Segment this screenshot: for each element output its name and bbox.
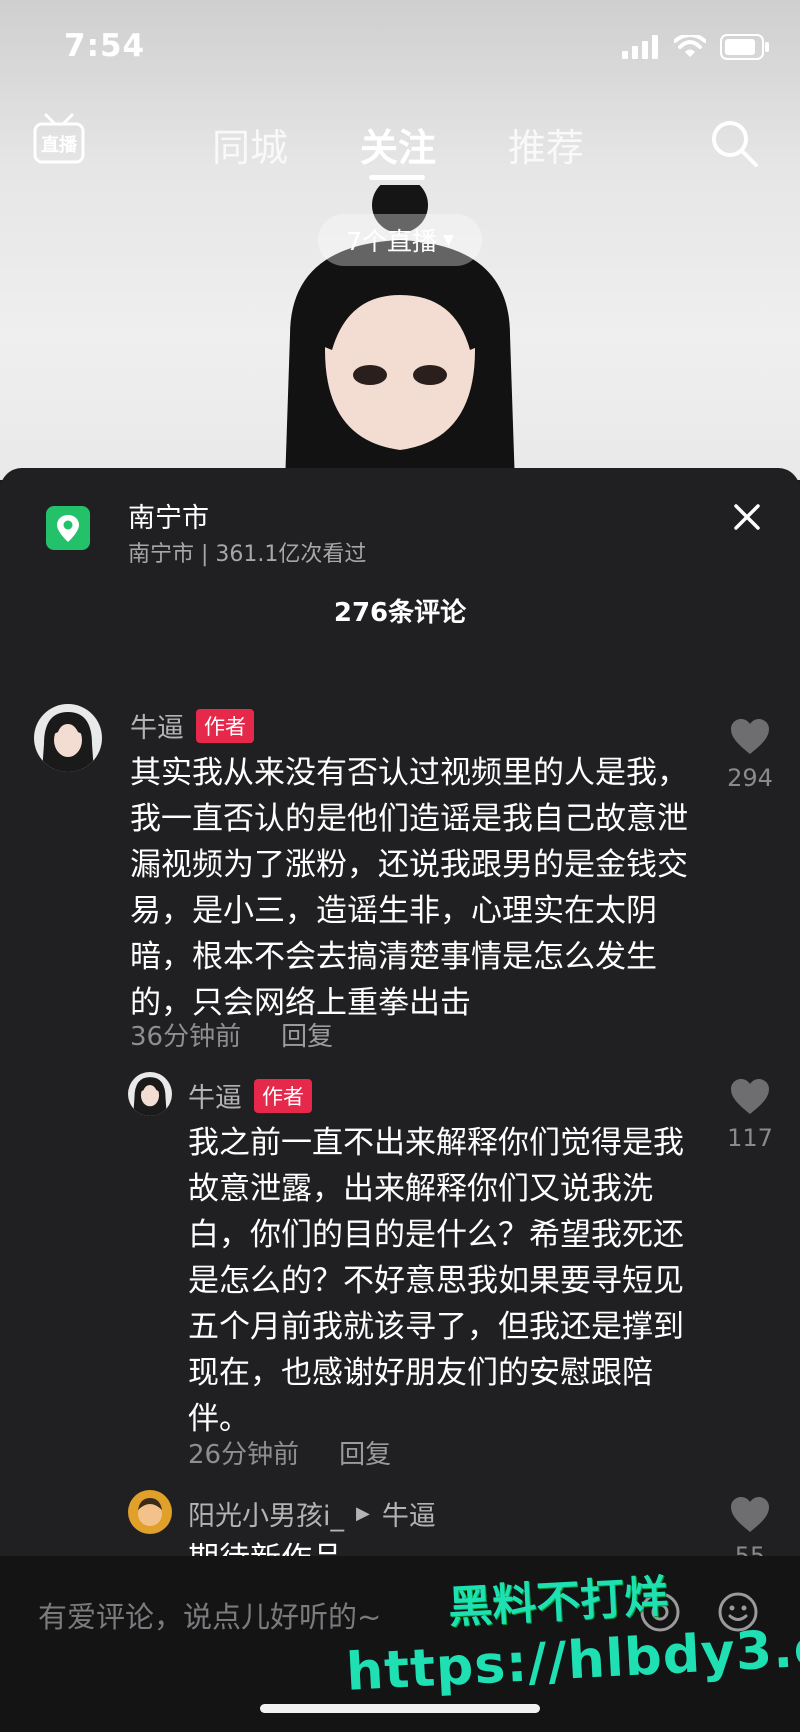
like-count: 117 — [727, 1124, 773, 1152]
avatar[interactable] — [128, 1072, 172, 1116]
tab-recommended[interactable]: 推荐 — [508, 117, 584, 172]
search-button[interactable] — [708, 117, 760, 169]
heart-icon — [731, 719, 769, 754]
comment-username[interactable]: 阳光小男孩i_ — [188, 1494, 344, 1533]
reply-button[interactable]: 回复 — [281, 1016, 333, 1053]
tab-nearby[interactable]: 同城 — [212, 117, 288, 172]
watermark-title: 黑料不打烊 — [447, 1571, 670, 1634]
avatar[interactable] — [34, 704, 102, 772]
live-button[interactable]: 直播 — [32, 111, 86, 167]
author-badge: 作者 — [196, 708, 254, 743]
search-icon — [712, 121, 758, 167]
comment-text: 我之前一直不出来解释你们觉得是我故意泄露，出来解释你们又说我洗白，你们的目的是什… — [188, 1125, 684, 1437]
live-count-pill[interactable]: 7个直播 ▼ — [318, 214, 482, 266]
close-icon — [734, 504, 760, 530]
live-tv-icon: 直播 — [33, 113, 85, 164]
comment-input[interactable]: 有爱评论，说点儿好听的~ — [38, 1594, 381, 1636]
live-logo-text: 直播 — [41, 134, 78, 156]
home-indicator[interactable] — [260, 1704, 540, 1713]
reply-arrow-icon: ▶ — [356, 1503, 370, 1524]
like-button[interactable]: 294 — [720, 718, 780, 792]
location-subtitle: 南宁市 | 361.1亿次看过 — [128, 542, 367, 567]
comment-text: 其实我从来没有否认过视频里的人是我，我一直否认的是他们造谣是我自己故意泄漏视频为… — [130, 755, 688, 1021]
comment-time: 36分钟前 — [130, 1022, 242, 1052]
chevron-down-icon: ▼ — [443, 232, 454, 248]
comment-sheet: 南宁市 南宁市 | 361.1亿次看过 276条评论 牛逼 作者 其实我从来没有… — [0, 468, 800, 1732]
signal-icon — [622, 35, 658, 59]
avatar-image — [42, 712, 94, 772]
top-navigation: 直播 同城 关注 推荐 — [0, 105, 800, 185]
comment-username[interactable]: 牛逼 — [130, 706, 184, 745]
like-count: 294 — [727, 764, 773, 792]
heart-icon — [731, 1497, 769, 1532]
heart-icon — [731, 1079, 769, 1114]
avatar-image — [133, 1077, 167, 1116]
active-tab-indicator — [369, 175, 425, 180]
wifi-icon — [674, 35, 706, 57]
comment-username[interactable]: 牛逼 — [188, 1076, 242, 1115]
status-time: 7:54 — [64, 28, 146, 64]
close-button[interactable] — [730, 500, 764, 534]
battery-icon — [720, 34, 769, 60]
location-pin-icon — [57, 515, 79, 542]
like-button[interactable]: 117 — [720, 1078, 780, 1152]
live-count-label: 7个直播 — [346, 227, 438, 256]
location-badge[interactable] — [46, 506, 90, 550]
comment-count: 276条评论 — [333, 598, 467, 628]
avatar[interactable] — [128, 1490, 172, 1534]
tab-following[interactable]: 关注 — [360, 117, 436, 172]
reply-to-username[interactable]: 牛逼 — [382, 1494, 436, 1533]
status-icons — [622, 34, 770, 60]
status-bar: 7:54 — [0, 0, 800, 100]
avatar-image — [138, 1498, 162, 1526]
author-badge: 作者 — [254, 1078, 312, 1113]
reply-button[interactable]: 回复 — [339, 1434, 391, 1471]
location-title[interactable]: 南宁市 — [128, 496, 209, 535]
comment-time: 26分钟前 — [188, 1440, 300, 1470]
